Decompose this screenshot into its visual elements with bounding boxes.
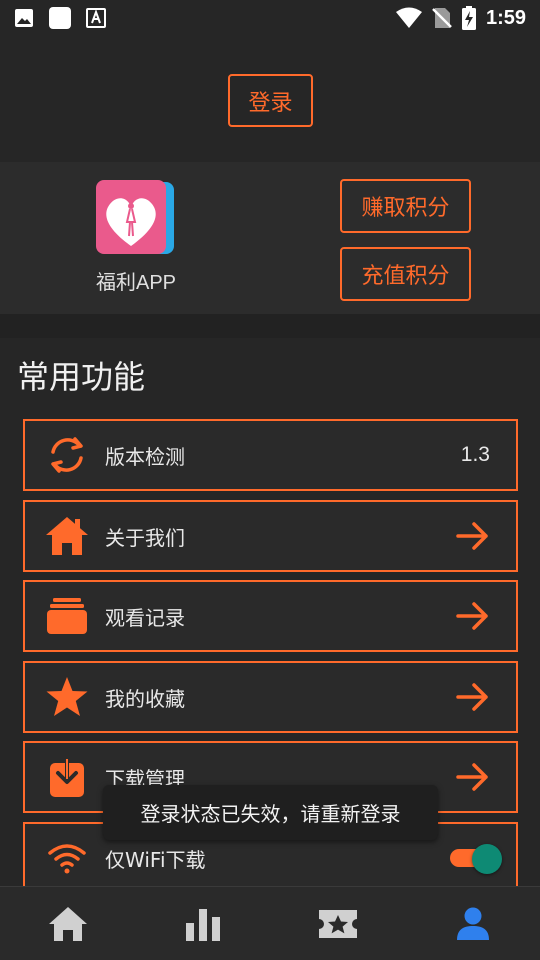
version-value: 1.3 [460, 443, 490, 466]
arrow-right-icon [456, 522, 488, 550]
status-time: 1:59 [485, 6, 526, 29]
list-item-label: 仅WiFi下载 [105, 847, 206, 872]
list-item-label: 我的收藏 [105, 686, 185, 711]
wifi-icon [45, 836, 89, 880]
app-logo-icon[interactable] [96, 180, 174, 256]
history-icon [45, 594, 89, 638]
home-icon [45, 514, 89, 558]
ticket-star-icon [318, 909, 357, 938]
home-icon [48, 906, 87, 941]
refresh-icon [45, 433, 89, 477]
toggle-thumb [472, 844, 502, 874]
wifi-icon [395, 7, 422, 28]
no-sim-icon [432, 8, 452, 28]
status-bar: 1:59 [0, 0, 540, 36]
nav-profile[interactable] [405, 887, 540, 960]
recharge-points-button[interactable]: 充值积分 [340, 247, 471, 301]
person-icon [456, 907, 489, 940]
star-icon [45, 675, 89, 719]
app-card: 福利APP 赚取积分 充值积分 [0, 162, 540, 314]
nav-ticket[interactable] [270, 887, 405, 960]
bottom-nav [0, 886, 540, 960]
arrow-right-icon [456, 683, 488, 711]
nav-stats[interactable] [135, 887, 270, 960]
list-item-favorites[interactable]: 我的收藏 [23, 661, 518, 733]
earn-points-button[interactable]: 赚取积分 [340, 179, 471, 233]
list-item-label: 观看记录 [105, 605, 185, 630]
list-item-label: 关于我们 [105, 525, 185, 550]
arrow-right-icon [456, 763, 488, 791]
list-item-version-check[interactable]: 版本检测 1.3 [23, 419, 518, 491]
header-section: 登录 [0, 36, 540, 162]
download-icon [45, 755, 89, 799]
section-divider [0, 314, 540, 338]
arrow-right-icon [456, 602, 488, 630]
image-icon [15, 9, 33, 27]
accessibility-icon [86, 8, 106, 28]
bar-chart-icon [185, 908, 220, 941]
wifi-only-toggle[interactable] [450, 844, 502, 874]
toast-message: 登录状态已失效，请重新登录 [103, 785, 438, 840]
list-item-watch-history[interactable]: 观看记录 [23, 580, 518, 652]
list-item-label: 版本检测 [105, 444, 185, 469]
app-name: 福利APP [95, 272, 177, 294]
section-title: 常用功能 [17, 358, 146, 396]
login-button[interactable]: 登录 [228, 74, 313, 127]
square-icon [49, 7, 71, 29]
list-item-about-us[interactable]: 关于我们 [23, 500, 518, 572]
battery-charging-icon [461, 6, 476, 30]
nav-home[interactable] [0, 887, 135, 960]
